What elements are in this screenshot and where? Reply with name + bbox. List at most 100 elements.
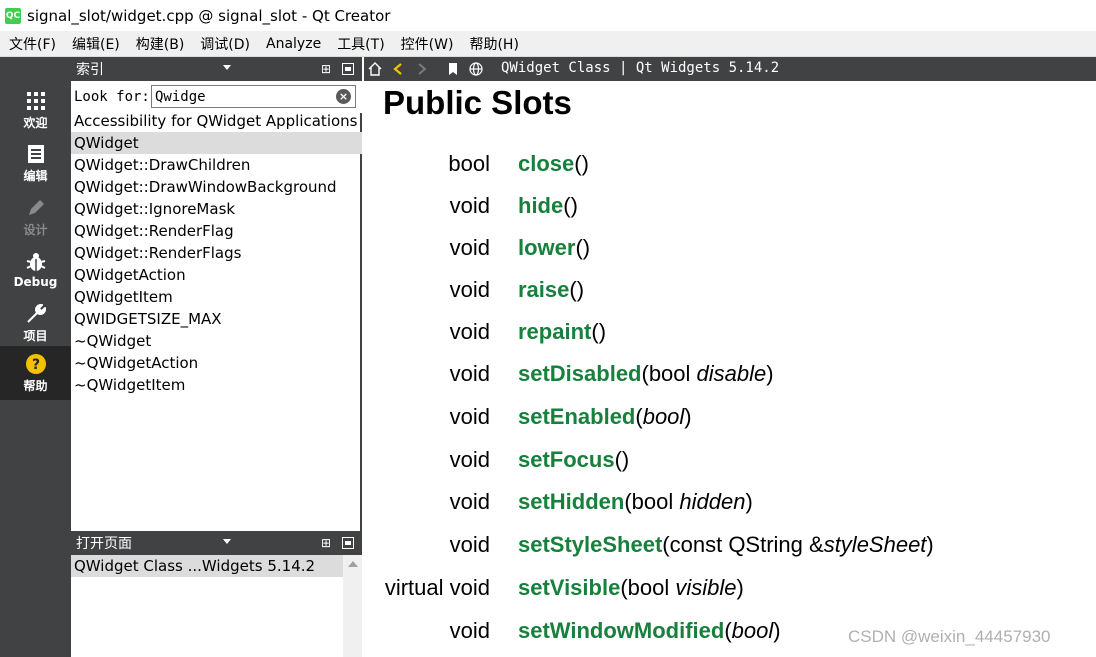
menu-window[interactable]: 控件(W)	[393, 34, 462, 54]
slot-link[interactable]: setWindowModified	[518, 618, 724, 643]
wrench-icon	[25, 303, 47, 325]
slot-link[interactable]: repaint	[518, 319, 591, 344]
globe-icon[interactable]	[468, 61, 484, 77]
slot-return-type: void	[449, 319, 490, 344]
menu-tools[interactable]: 工具(T)	[329, 34, 392, 54]
list-item[interactable]: QWidgetAction	[71, 264, 362, 286]
menu-help[interactable]: 帮助(H)	[461, 34, 526, 54]
mode-debug[interactable]: Debug	[0, 243, 71, 297]
mode-edit-label: 编辑	[23, 168, 48, 183]
index-search-input[interactable]	[151, 85, 356, 108]
mode-welcome-label: 欢迎	[23, 115, 48, 130]
slot-link[interactable]: setStyleSheet	[518, 532, 662, 557]
close-panel-icon[interactable]	[342, 63, 354, 75]
slot-signature: setVisible(bool visible)	[518, 575, 744, 601]
list-item[interactable]: QWidgetItem	[71, 286, 362, 308]
menu-edit[interactable]: 编辑(E)	[64, 34, 128, 54]
slot-link[interactable]: setDisabled	[518, 361, 642, 386]
help-toolbar: QWidget Class | Qt Widgets 5.14.2	[364, 57, 1096, 81]
slot-return-type: void	[449, 618, 490, 643]
slot-row: void hide()	[364, 193, 1096, 223]
slot-return-type: void	[449, 193, 490, 218]
scroll-up-arrow-icon[interactable]	[348, 561, 358, 567]
list-item[interactable]: ~QWidget	[71, 330, 362, 352]
slot-signature: setWindowModified(bool)	[518, 618, 781, 644]
slot-row: void repaint()	[364, 319, 1096, 349]
close-panel-icon[interactable]	[342, 537, 354, 549]
slot-params-open: (bool	[620, 575, 676, 600]
mode-projects-label: 项目	[23, 328, 48, 343]
list-item[interactable]: ~QWidgetItem	[71, 374, 362, 396]
slot-signature: close()	[518, 151, 589, 177]
chevron-down-icon[interactable]	[223, 65, 231, 70]
menu-analyze[interactable]: Analyze	[258, 36, 329, 52]
list-item[interactable]: QWidget::RenderFlag	[71, 220, 362, 242]
pencil-icon	[25, 197, 47, 219]
slot-params-open: (	[563, 193, 571, 218]
slot-signature: setFocus()	[518, 447, 629, 473]
open-pages-scrollbar[interactable]	[343, 555, 362, 657]
mode-help[interactable]: ? 帮助	[0, 346, 71, 400]
mode-projects[interactable]: 项目	[0, 296, 71, 350]
open-pages-panel-title: 打开页面	[76, 536, 132, 552]
slot-param-name: bool	[731, 618, 774, 643]
list-item[interactable]: QWidget::DrawChildren	[71, 154, 362, 176]
slot-link[interactable]: hide	[518, 193, 563, 218]
look-for-row: Look for: ×	[71, 81, 362, 113]
slot-link[interactable]: raise	[518, 277, 569, 302]
slot-link[interactable]: setFocus	[518, 447, 615, 472]
back-arrow-icon[interactable]	[390, 61, 406, 77]
clear-search-icon[interactable]: ×	[336, 89, 351, 104]
slot-params-close: )	[576, 277, 585, 302]
svg-text:?: ?	[31, 357, 39, 373]
list-item[interactable]: ~QWidgetAction	[71, 352, 362, 374]
slot-params-open: (const QString &	[662, 532, 824, 557]
chevron-down-icon[interactable]	[223, 539, 231, 544]
slot-link[interactable]: setEnabled	[518, 404, 635, 429]
bookmark-icon[interactable]	[445, 61, 461, 77]
slot-param-name: hidden	[679, 489, 746, 514]
menu-build[interactable]: 构建(B)	[128, 34, 193, 54]
home-icon[interactable]	[367, 61, 383, 77]
slot-signature: lower()	[518, 235, 590, 261]
slot-row: void setDisabled(bool disable)	[364, 361, 1096, 391]
slot-params-open: (	[575, 235, 583, 260]
slot-link[interactable]: setVisible	[518, 575, 620, 600]
list-item[interactable]: QWidget::IgnoreMask	[71, 198, 362, 220]
slot-signature: setEnabled(bool)	[518, 404, 692, 430]
index-panel-header: 索引 ⊞	[71, 57, 362, 81]
slot-param-name: bool	[642, 404, 685, 429]
slot-row: bool close()	[364, 151, 1096, 181]
slot-row: void raise()	[364, 277, 1096, 307]
menu-debug[interactable]: 调试(D)	[192, 34, 258, 54]
list-item-selected[interactable]: QWidget	[71, 132, 362, 154]
slot-params-close: )	[581, 151, 589, 176]
forward-arrow-icon	[414, 61, 430, 77]
list-item[interactable]: Accessibility for QWidget Applications	[71, 110, 362, 132]
slot-return-type: void	[449, 277, 490, 302]
slot-return-type: void	[449, 532, 490, 557]
title-bar: QC signal_slot/widget.cpp @ signal_slot …	[0, 0, 1096, 31]
slot-row: void lower()	[364, 235, 1096, 265]
split-view-icon[interactable]: ⊞	[319, 536, 333, 550]
slot-params-close: )	[773, 618, 781, 643]
slot-params-open: (	[614, 447, 622, 472]
slot-row: void setHidden(bool hidden)	[364, 489, 1096, 519]
list-item[interactable]: QWidget::RenderFlags	[71, 242, 362, 264]
open-page-item[interactable]: QWidget Class ...Widgets 5.14.2	[71, 555, 343, 577]
mode-welcome[interactable]: 欢迎	[0, 83, 71, 137]
menu-file[interactable]: 文件(F)	[0, 34, 64, 54]
open-pages-panel-header: 打开页面 ⊞	[71, 531, 362, 555]
csdn-watermark: CSDN @weixin_44457930	[848, 627, 1051, 646]
split-view-icon[interactable]: ⊞	[319, 62, 333, 76]
slot-params-close: )	[684, 404, 692, 429]
slot-param-name: visible	[675, 575, 737, 600]
list-item[interactable]: QWidget::DrawWindowBackground	[71, 176, 362, 198]
document-title[interactable]: QWidget Class | Qt Widgets 5.14.2	[501, 60, 779, 76]
slot-link[interactable]: setHidden	[518, 489, 624, 514]
slot-link[interactable]: close	[518, 151, 574, 176]
slot-return-type: void	[449, 361, 490, 386]
slot-link[interactable]: lower	[518, 235, 575, 260]
list-item[interactable]: QWIDGETSIZE_MAX	[71, 308, 362, 330]
mode-edit[interactable]: 编辑	[0, 136, 71, 190]
